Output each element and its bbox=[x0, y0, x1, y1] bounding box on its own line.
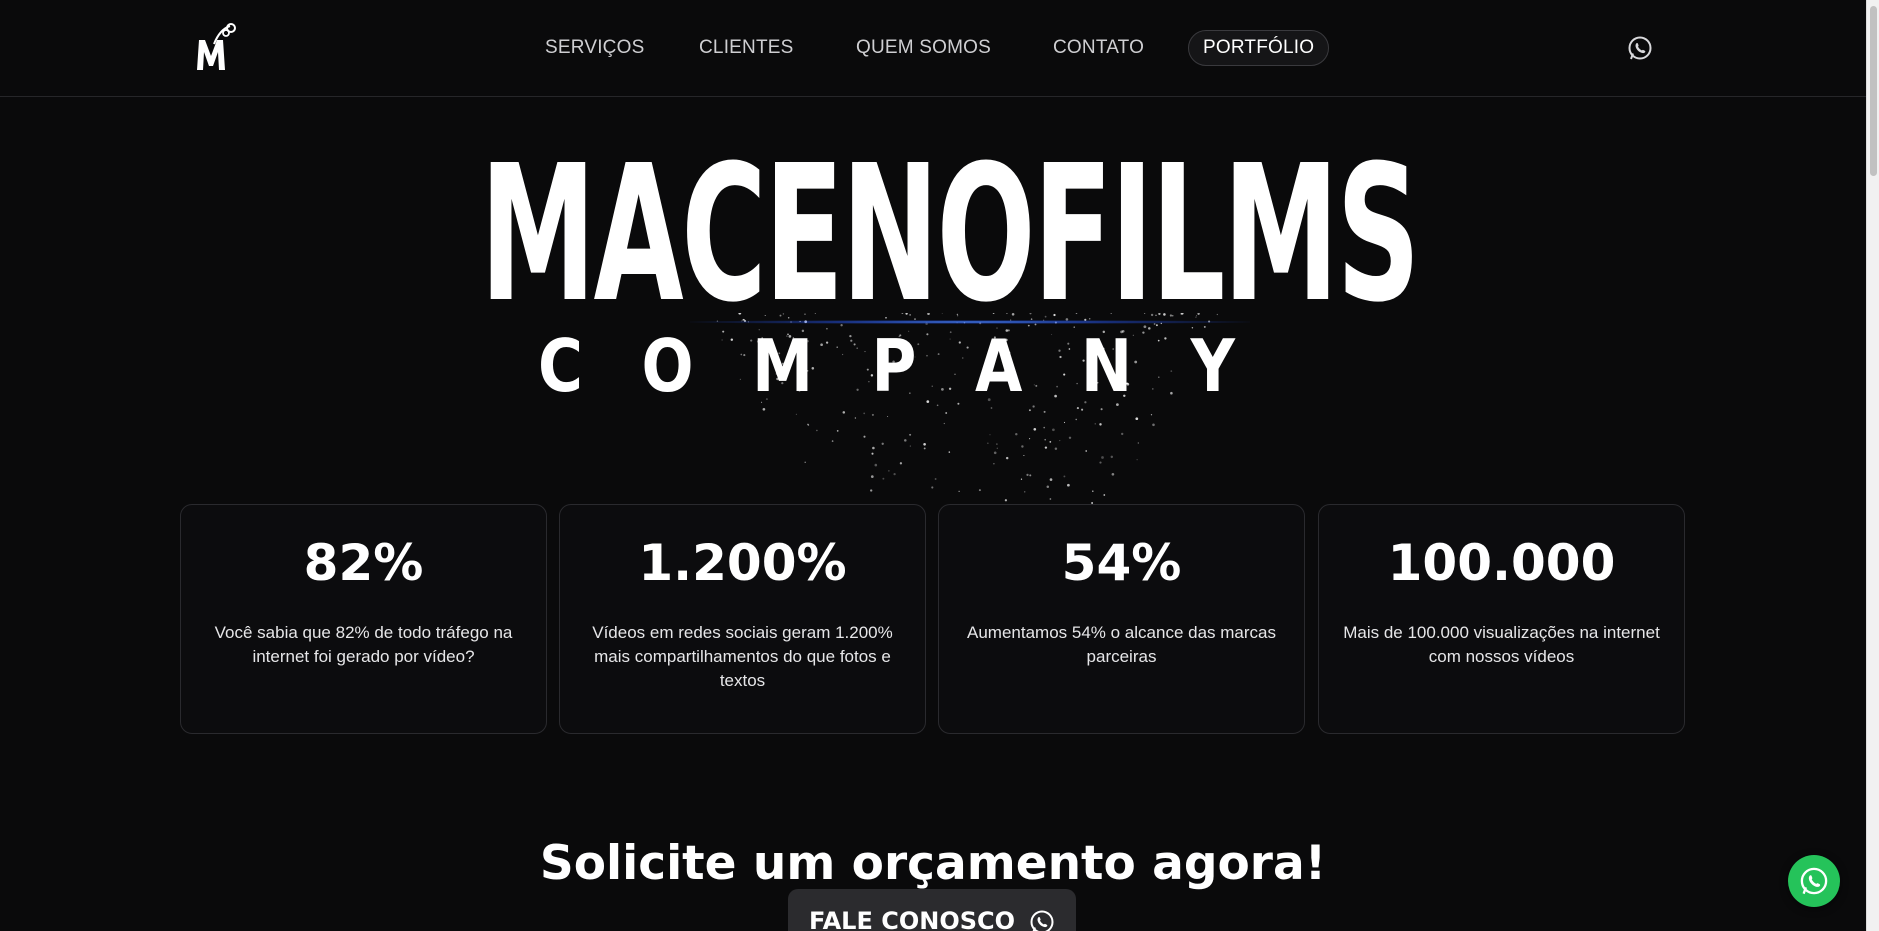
stat-description: Vídeos em redes sociais geram 1.200% mai… bbox=[592, 623, 893, 690]
site-header: SERVIÇOS CLIENTES QUEM SOMOS CONTATO POR… bbox=[0, 0, 1866, 97]
fale-conosco-button[interactable]: FALE CONOSCO bbox=[788, 889, 1076, 931]
stat-card: 1.200% Vídeos em redes sociais geram 1.2… bbox=[559, 504, 926, 734]
hero: MACENOFILMS C O M P A N Y bbox=[0, 98, 1866, 588]
brand-title: MACENOFILMS bbox=[480, 125, 1420, 344]
scrollbar-thumb[interactable] bbox=[1870, 6, 1877, 176]
stat-description: Mais de 100.000 visualizações na interne… bbox=[1343, 623, 1660, 666]
nav-item-servicos[interactable]: SERVIÇOS bbox=[545, 37, 644, 59]
stat-description: Você sabia que 82% de todo tráfego na in… bbox=[214, 623, 513, 666]
floating-whatsapp-button[interactable] bbox=[1788, 855, 1840, 907]
brand-subtitle-letter: P bbox=[871, 324, 917, 408]
whatsapp-icon[interactable] bbox=[1627, 35, 1653, 61]
macenofilms-m-logo-icon[interactable] bbox=[194, 22, 238, 74]
nav-item-clientes[interactable]: CLIENTES bbox=[699, 37, 794, 59]
page-scrollbar[interactable] bbox=[1866, 0, 1879, 931]
stat-card: 54% Aumentamos 54% o alcance das marcas … bbox=[938, 504, 1305, 734]
stat-card: 82% Você sabia que 82% de todo tráfego n… bbox=[180, 504, 547, 734]
brand-subtitle-letter: Y bbox=[1190, 324, 1235, 408]
whatsapp-icon bbox=[1030, 910, 1054, 931]
stats-section: 82% Você sabia que 82% de todo tráfego n… bbox=[180, 504, 1685, 734]
cta-title: Solicite um orçamento agora! bbox=[539, 836, 1327, 891]
stat-card: 100.000 Mais de 100.000 visualizações na… bbox=[1318, 504, 1685, 734]
nav-item-quem-somos[interactable]: QUEM SOMOS bbox=[856, 37, 991, 59]
stat-value: 82% bbox=[303, 534, 424, 592]
brand-subtitle-letter: N bbox=[1080, 324, 1133, 408]
brand-subtitle: C O M P A N Y bbox=[538, 326, 1235, 406]
stat-value: 100.000 bbox=[1387, 534, 1616, 592]
stat-value: 1.200% bbox=[638, 534, 847, 592]
nav-item-portfolio[interactable]: PORTFÓLIO bbox=[1188, 30, 1330, 66]
stat-description: Aumentamos 54% o alcance das marcas parc… bbox=[967, 623, 1276, 666]
nav-item-contato[interactable]: CONTATO bbox=[1053, 37, 1144, 59]
whatsapp-icon bbox=[1800, 867, 1828, 895]
page: SERVIÇOS CLIENTES QUEM SOMOS CONTATO POR… bbox=[0, 0, 1879, 931]
brand-subtitle-letter: C bbox=[538, 324, 583, 408]
stat-value: 54% bbox=[1061, 534, 1182, 592]
fale-conosco-label: FALE CONOSCO bbox=[808, 907, 1016, 931]
brand-subtitle-letter: M bbox=[752, 324, 813, 408]
brand-subtitle-letter: O bbox=[641, 324, 694, 408]
brand-subtitle-letter: A bbox=[974, 324, 1023, 408]
